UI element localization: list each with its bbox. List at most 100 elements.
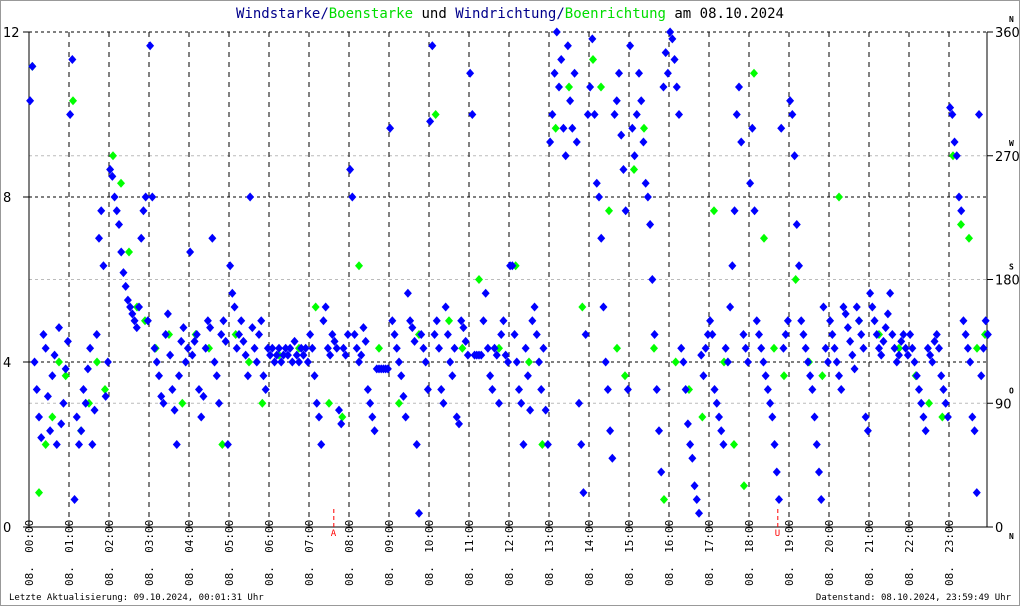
wind-direction-point xyxy=(448,371,457,381)
wind-direction-point xyxy=(223,440,232,449)
wind-direction-point xyxy=(715,412,723,422)
wind-direction-point xyxy=(63,336,72,346)
wind-direction-point xyxy=(175,371,183,381)
wind-direction-point xyxy=(386,123,395,133)
y-left-tick-label: 8 xyxy=(3,191,11,206)
wind-direction-point xyxy=(863,426,872,436)
wind-direction-point xyxy=(717,426,726,436)
wind-direction-point xyxy=(719,440,728,449)
wind-direction-point xyxy=(83,364,92,374)
wind-direction-point xyxy=(197,412,206,422)
wind-direction-point xyxy=(117,247,126,257)
wind-direction-point xyxy=(437,385,446,394)
y-right-tick-label: 360 xyxy=(995,26,1019,41)
wind-direction-point xyxy=(543,440,552,449)
last-update: Letzte Aktualisierung: 09.10.2024, 00:01… xyxy=(9,593,264,603)
wind-direction-point xyxy=(766,398,775,408)
wind-direction-point xyxy=(428,41,437,51)
wind-direction-point xyxy=(852,302,861,312)
gust-direction-point xyxy=(258,398,267,408)
wind-direction-point xyxy=(152,357,161,367)
wind-direction-point xyxy=(601,357,610,367)
gust-direction-point xyxy=(475,275,483,284)
wind-direction-point xyxy=(150,343,159,353)
wind-direction-point xyxy=(430,330,439,339)
wind-direction-point xyxy=(781,330,790,339)
wind-direction-point xyxy=(741,343,750,353)
wind-direction-point xyxy=(421,357,430,367)
wind-direction-point xyxy=(26,96,35,106)
wind-direction-point xyxy=(50,350,59,360)
wind-direction-point xyxy=(252,357,261,367)
wind-direction-point xyxy=(537,385,546,394)
wind-direction-point xyxy=(439,398,448,408)
wind-direction-point xyxy=(832,357,841,367)
wind-direction-point xyxy=(35,412,43,422)
wind-direction-point xyxy=(563,41,572,51)
wind-direction-point xyxy=(848,350,857,360)
x-tick-label: 08. 15:00 xyxy=(623,520,636,586)
data-timestamp: Datenstand: 08.10.2024, 23:59:49 Uhr xyxy=(815,593,1011,603)
wind-direction-point xyxy=(432,316,441,326)
wind-direction-point xyxy=(61,364,70,374)
wind-direction-point xyxy=(808,385,817,394)
wind-direction-point xyxy=(250,343,259,353)
wind-direction-point xyxy=(139,206,148,216)
wind-direction-point xyxy=(788,110,797,119)
wind-direction-point xyxy=(908,343,917,353)
wind-direction-point xyxy=(523,371,532,381)
wind-direction-point xyxy=(588,34,597,44)
gust-direction-point xyxy=(375,343,383,353)
wind-direction-point xyxy=(728,261,737,271)
wind-direction-point xyxy=(121,281,130,291)
gust-direction-point xyxy=(55,357,63,367)
wind-direction-point xyxy=(37,433,46,443)
wind-direction-point xyxy=(183,343,192,353)
x-tick-label: 08. 09:00 xyxy=(383,520,396,586)
wind-direction-point xyxy=(579,488,588,498)
x-tick-label: 08. 07:00 xyxy=(303,520,316,586)
wind-direction-point xyxy=(195,385,203,394)
wind-direction-point xyxy=(972,488,981,498)
wind-direction-point xyxy=(530,302,539,312)
compass-label: O xyxy=(1009,386,1014,395)
wind-direction-point xyxy=(59,398,68,408)
wind-direction-point xyxy=(721,343,730,353)
wind-direction-point xyxy=(32,385,41,394)
gust-direction-point xyxy=(770,343,778,353)
scatter-plot: 048120N90O180S270W360N08. 00:00 08. 01:00… xyxy=(3,15,1019,586)
wind-direction-point xyxy=(363,385,372,394)
wind-direction-point xyxy=(495,398,503,408)
x-tick-label: 08. 00:00 xyxy=(23,520,36,586)
x-tick-label: 08. 11:00 xyxy=(463,520,476,586)
wind-direction-point xyxy=(626,41,635,51)
wind-direction-point xyxy=(319,316,328,326)
wind-direction-point xyxy=(517,398,526,408)
wind-direction-point xyxy=(77,426,86,436)
wind-direction-point xyxy=(101,391,110,401)
x-tick-label: 08. 08:00 xyxy=(343,520,356,586)
x-tick-label: 08. 03:00 xyxy=(143,520,156,586)
gust-direction-point xyxy=(551,123,560,133)
wind-direction-point xyxy=(915,385,923,394)
wind-direction-point xyxy=(752,316,761,326)
wind-direction-point xyxy=(910,357,919,367)
wind-direction-point xyxy=(446,357,455,367)
wind-direction-point xyxy=(783,316,792,326)
wind-direction-point xyxy=(499,316,508,326)
x-tick-label: 08. 21:00 xyxy=(863,520,876,586)
wind-direction-point xyxy=(819,302,828,312)
gust-direction-point xyxy=(750,68,758,78)
wind-direction-point xyxy=(628,123,637,133)
x-tick-label: 08. 14:00 xyxy=(583,520,596,586)
wind-direction-point xyxy=(52,440,61,449)
wind-direction-point xyxy=(88,440,97,449)
wind-direction-point xyxy=(148,192,157,202)
wind-direction-point xyxy=(652,385,661,394)
wind-direction-point xyxy=(361,336,370,346)
wind-direction-point xyxy=(950,137,959,147)
annotation-label: U xyxy=(775,529,780,539)
wind-direction-point xyxy=(481,288,490,298)
wind-direction-point xyxy=(659,82,668,92)
wind-direction-point xyxy=(888,330,897,339)
